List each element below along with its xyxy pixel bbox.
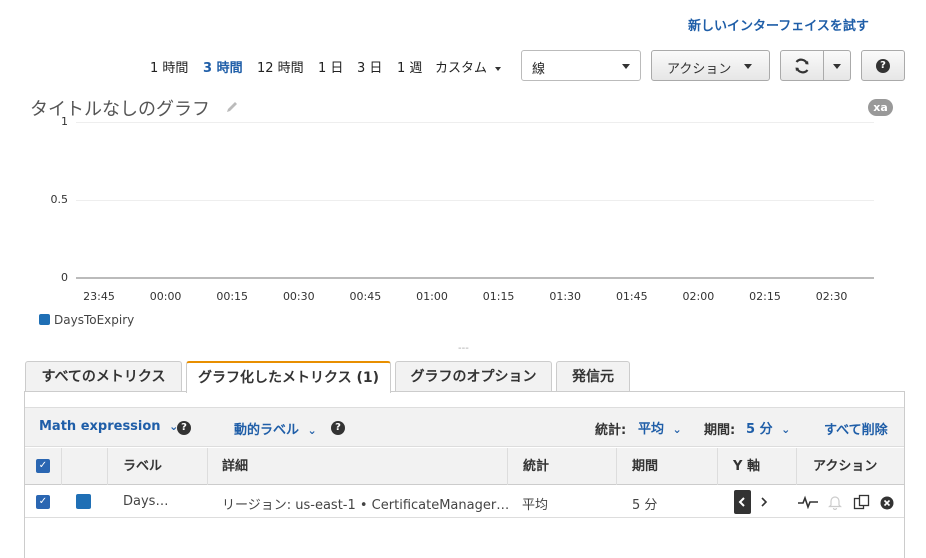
x-tick-label: 01:00	[416, 290, 448, 303]
x-tick-label: 00:30	[282, 290, 315, 303]
caret-down-icon	[495, 66, 502, 71]
tab-all-metrics[interactable]: すべてのメトリクス	[25, 361, 182, 392]
row-checkbox[interactable]: ✓	[36, 495, 50, 509]
x-tick-label: 23:45	[83, 290, 115, 303]
x-tick-label: 00:15	[216, 290, 249, 303]
chevron-down-icon: ⌄	[781, 423, 791, 436]
y-tick-1: 1	[61, 115, 68, 128]
chevron-down-icon: ⌄	[672, 423, 682, 436]
resize-handle[interactable]: ---	[458, 343, 469, 354]
x-tick-label: 01:45	[615, 290, 648, 303]
gridline-mid	[76, 200, 874, 201]
math-expression-label: Math expression	[39, 419, 161, 434]
actions-button[interactable]: アクション	[651, 50, 770, 81]
column-header-details: 詳細	[208, 448, 508, 485]
y-axis-right-button[interactable]	[756, 490, 773, 514]
stat-dropdown[interactable]: 平均 ⌄	[638, 418, 682, 437]
range-3d[interactable]: 3 日	[357, 57, 382, 76]
x-tick-label: 02:00	[682, 290, 715, 303]
y-tick-0-5: 0.5	[50, 193, 69, 206]
table-header: ✓ ラベル 詳細 統計 期間 Y 軸 アクション	[25, 448, 904, 485]
range-1h[interactable]: 1 時間	[150, 57, 188, 76]
math-expression-dropdown[interactable]: Math expression ⌄	[39, 419, 178, 434]
x-tick-label: 00:45	[349, 290, 382, 303]
actions-button-label: アクション	[667, 62, 732, 77]
column-header-actions: アクション	[813, 459, 878, 474]
y-axis-left-button[interactable]	[734, 490, 751, 514]
try-new-interface-link[interactable]: 新しいインターフェイスを試す	[688, 15, 869, 34]
range-1d[interactable]: 1 日	[318, 57, 343, 76]
stat-value: 平均	[638, 422, 665, 437]
x-tick-label: 01:15	[482, 290, 515, 303]
refresh-button[interactable]	[780, 50, 824, 81]
chart-type-value: 線	[532, 62, 546, 77]
tab-graphed-metrics[interactable]: グラフ化したメトリクス (1)	[186, 361, 391, 393]
delete-all-link[interactable]: すべて削除	[824, 419, 888, 438]
bell-icon[interactable]	[828, 494, 842, 510]
help-icon: ?	[876, 59, 890, 73]
column-header-period: 期間	[617, 448, 718, 485]
chevron-left-icon	[738, 497, 745, 507]
help-icon[interactable]: ?	[177, 421, 191, 435]
x-tick-label: 02:15	[749, 290, 781, 303]
row-details[interactable]: リージョン: us-east-1 • CertificateManager…	[222, 494, 509, 513]
caret-down-icon	[744, 64, 752, 69]
header-color-cell	[62, 448, 108, 485]
legend-swatch[interactable]	[39, 314, 50, 325]
range-12h[interactable]: 12 時間	[257, 57, 304, 76]
range-custom-label: カスタム	[435, 61, 488, 76]
stat-label: 統計:	[595, 423, 627, 438]
row-stat[interactable]: 平均	[522, 494, 548, 513]
help-icon[interactable]: ?	[331, 421, 345, 435]
remove-icon[interactable]	[880, 496, 894, 510]
axis-badge: xa	[868, 99, 893, 116]
chevron-down-icon	[622, 64, 630, 69]
range-1w[interactable]: 1 週	[397, 57, 422, 76]
period-value: 5 分	[746, 422, 773, 437]
x-tick-label: 00:00	[149, 290, 182, 303]
chevron-down-icon	[833, 64, 841, 69]
row-label[interactable]: Days…	[123, 494, 168, 509]
tab-source[interactable]: 発信元	[556, 361, 630, 392]
chart-type-select[interactable]: 線	[521, 50, 641, 81]
y-tick-0: 0	[61, 271, 68, 284]
column-header-stat: 統計	[508, 448, 617, 485]
column-header-label: ラベル	[108, 448, 208, 485]
x-tick-label: 01:30	[549, 290, 582, 303]
period-label: 期間:	[704, 423, 736, 438]
gridline-top	[76, 122, 874, 123]
range-custom[interactable]: カスタム	[435, 57, 502, 76]
dynamic-label-dropdown[interactable]: 動的ラベル ⌄	[234, 419, 317, 438]
pencil-icon[interactable]	[225, 100, 239, 114]
range-3h[interactable]: 3 時間	[203, 57, 243, 76]
period-dropdown[interactable]: 5 分 ⌄	[746, 418, 790, 437]
select-all-checkbox[interactable]: ✓	[36, 459, 50, 473]
header-select-all-cell: ✓	[25, 448, 62, 485]
x-axis-line	[76, 277, 874, 279]
dynamic-label-text: 動的ラベル	[234, 423, 300, 438]
x-tick-label: 02:30	[815, 290, 848, 303]
refresh-interval-dropdown[interactable]	[823, 50, 851, 81]
chevron-right-icon	[761, 497, 768, 507]
chevron-down-icon: ⌄	[307, 424, 317, 437]
row-period[interactable]: 5 分	[632, 494, 657, 513]
column-header-y-axis: Y 軸	[718, 448, 797, 485]
tab-graph-options[interactable]: グラフのオプション	[395, 361, 552, 392]
legend-label[interactable]: DaysToExpiry	[54, 313, 134, 327]
copy-icon[interactable]	[853, 494, 870, 510]
series-color-swatch[interactable]	[76, 494, 91, 509]
refresh-icon	[795, 58, 809, 74]
math-graph-icon[interactable]	[797, 495, 819, 509]
help-button[interactable]: ?	[861, 50, 905, 81]
